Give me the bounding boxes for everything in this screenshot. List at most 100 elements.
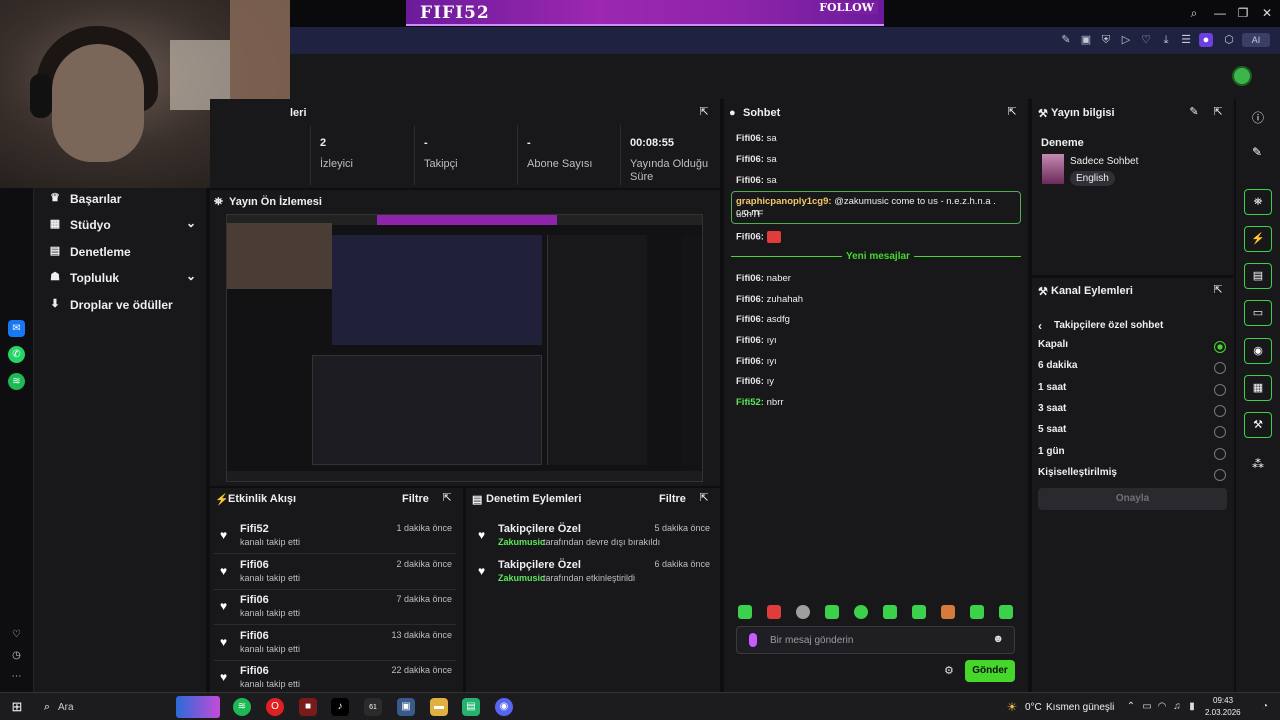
app-icon[interactable]: ▤ — [462, 698, 480, 716]
extension-icon[interactable]: ⬡ — [1222, 33, 1236, 47]
radio-option[interactable]: 6 dakika — [1038, 360, 1228, 378]
radio-option[interactable]: 1 gün — [1038, 446, 1228, 464]
radio-icon[interactable] — [1214, 448, 1226, 460]
stream-preview-video[interactable] — [226, 214, 703, 482]
emote-icon[interactable] — [796, 605, 810, 619]
app-icon[interactable]: ▣ — [397, 698, 415, 716]
approve-button[interactable]: Onayla — [1038, 488, 1227, 510]
edit-icon[interactable]: ✎ — [1059, 33, 1073, 47]
messenger-icon[interactable]: ✉ — [8, 320, 25, 337]
radio-selected-icon[interactable] — [1214, 341, 1226, 353]
wrench-icon[interactable]: ⚒ — [1244, 412, 1272, 438]
uptime-value: 00:08:55 — [630, 137, 675, 149]
heart-icon[interactable]: ♡ — [1139, 33, 1153, 47]
chat-icon[interactable]: ▭ — [1244, 300, 1272, 326]
windows-start-icon[interactable]: ⊞ — [8, 698, 26, 716]
radio-icon[interactable] — [1214, 469, 1226, 481]
sidebar-item-community[interactable]: ☗ Topluluk ⌄ — [46, 267, 196, 289]
app-icon[interactable]: 61 — [364, 698, 382, 716]
emote-icon[interactable] — [738, 605, 752, 619]
more-icon[interactable]: ⋯ — [8, 668, 25, 685]
followers-label: Takipçi — [424, 158, 458, 170]
stats-title: leri — [290, 107, 307, 119]
new-messages-label: Yeni mesajlar — [842, 251, 914, 262]
share-icon[interactable]: ⁂ — [1252, 457, 1264, 471]
radio-option[interactable]: 5 saat — [1038, 424, 1228, 442]
discord-icon[interactable]: ◉ — [495, 698, 513, 716]
bolt-icon[interactable]: ⚡ — [1244, 226, 1272, 252]
profile-icon[interactable]: ● — [1199, 33, 1213, 47]
spotify-icon[interactable]: ≋ — [233, 698, 251, 716]
sidebar-item-moderation[interactable]: ▤ Denetleme — [46, 241, 196, 263]
radio-icon[interactable] — [1214, 426, 1226, 438]
sidebar-item-achievements[interactable]: ♛ Başarılar — [46, 188, 196, 210]
broadcast-icon[interactable]: ◉ — [1244, 338, 1272, 364]
popout-icon[interactable]: ⇱ — [1212, 106, 1224, 118]
emote-icon[interactable] — [883, 605, 897, 619]
popout-icon[interactable]: ⇱ — [1212, 284, 1224, 296]
popout-icon[interactable]: ⇱ — [441, 492, 453, 504]
download-icon[interactable]: ⤓ — [1159, 33, 1173, 47]
heart-outline-icon[interactable]: ♡ — [8, 626, 25, 643]
radio-option[interactable]: 3 saat — [1038, 403, 1228, 421]
preview-toggle-icon[interactable]: ⛯ — [1244, 189, 1272, 215]
emote-icon[interactable] — [999, 605, 1013, 619]
send-button[interactable]: Gönder — [965, 660, 1015, 682]
sidebar-item-drops[interactable]: ⬇ Droplar ve ödüller — [46, 294, 196, 316]
settings-gear-icon[interactable]: ⚙ — [944, 664, 954, 677]
clock-icon[interactable]: ◷ — [8, 647, 25, 664]
opera-icon[interactable]: O — [266, 698, 284, 716]
category-name[interactable]: Sadece Sohbet — [1070, 156, 1138, 167]
camera-icon[interactable]: ▣ — [1079, 33, 1093, 47]
battery-icon[interactable]: ▮ — [1183, 698, 1201, 716]
stats-icon[interactable]: ▦ — [1244, 375, 1272, 401]
emote-icon[interactable] — [970, 605, 984, 619]
close-icon[interactable]: ✕ — [1259, 5, 1275, 21]
microphone-icon[interactable] — [749, 633, 757, 647]
spotify-icon[interactable]: ≋ — [8, 373, 25, 390]
activity-filter-button[interactable]: Filtre — [402, 493, 429, 505]
info-icon[interactable]: ⓘ — [1252, 109, 1264, 126]
chat-text: ıy — [766, 376, 775, 387]
minimize-icon[interactable]: — — [1212, 5, 1228, 21]
emoji-icon[interactable]: ☻ — [992, 633, 1004, 645]
sidebar-item-studio[interactable]: ▦ Stüdyo ⌄ — [46, 214, 196, 236]
ai-button[interactable]: AI — [1242, 33, 1270, 47]
restore-icon[interactable]: ❐ — [1235, 5, 1251, 21]
folder-icon[interactable]: ▬ — [430, 698, 448, 716]
chat-input[interactable]: Bir mesaj gönderin ☻ — [736, 626, 1015, 654]
popout-icon[interactable]: ⇱ — [698, 492, 710, 504]
app-icon[interactable]: ■ — [299, 698, 317, 716]
modlog-filter-button[interactable]: Filtre — [659, 493, 686, 505]
shield-icon[interactable]: ⛨ — [1099, 33, 1113, 47]
radio-icon[interactable] — [1214, 362, 1226, 374]
back-arrow-icon[interactable]: ‹ — [1038, 319, 1042, 333]
modlog-user: Zakumusic — [498, 573, 546, 583]
emote-icon[interactable] — [825, 605, 839, 619]
radio-icon[interactable] — [1214, 405, 1226, 417]
radio-option[interactable]: Kapalı — [1038, 339, 1228, 357]
radio-option[interactable]: Kişiselleştirilmiş — [1038, 467, 1228, 485]
chat-message: Fifi06: sa — [736, 133, 777, 144]
avatar[interactable] — [1232, 66, 1252, 86]
search-icon[interactable]: ⌕ — [1186, 5, 1202, 21]
pencil-icon[interactable]: ✎ — [1252, 145, 1262, 159]
emote-icon[interactable] — [854, 605, 868, 619]
radio-icon[interactable] — [1214, 384, 1226, 396]
emote-icon[interactable] — [941, 605, 955, 619]
popout-icon[interactable]: ⇱ — [698, 106, 710, 118]
radio-option[interactable]: 1 saat — [1038, 382, 1228, 400]
tiktok-icon[interactable]: ♪ — [331, 698, 349, 716]
webcam-face — [52, 44, 144, 162]
taskbar-search-label[interactable]: Ara — [58, 702, 74, 713]
whatsapp-icon[interactable]: ✆ — [8, 346, 25, 363]
document-icon[interactable]: ▤ — [1244, 263, 1272, 289]
emote-icon[interactable] — [767, 605, 781, 619]
notification-icon[interactable]: ◔ — [1256, 698, 1274, 716]
search-icon[interactable]: ⌕ — [38, 698, 56, 716]
play-icon[interactable]: ▷ — [1119, 33, 1133, 47]
pencil-icon[interactable]: ✎ — [1188, 106, 1200, 118]
emote-icon[interactable] — [912, 605, 926, 619]
popout-icon[interactable]: ⇱ — [1006, 106, 1018, 118]
menu-icon[interactable]: ☰ — [1179, 33, 1193, 47]
